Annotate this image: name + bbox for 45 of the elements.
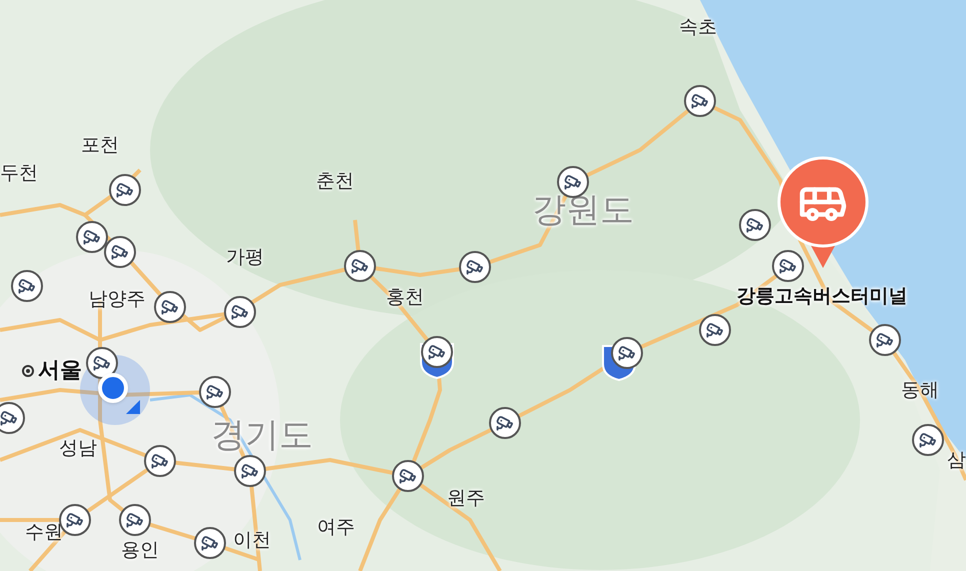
cctv-icon: [126, 511, 144, 529]
cctv-icon: [0, 409, 18, 427]
city-label: 홍천: [386, 288, 424, 307]
cctv-icon: [241, 462, 259, 480]
cctv-icon: [151, 452, 169, 470]
city-label: 서울: [38, 360, 82, 382]
city-label: 이천: [233, 531, 271, 550]
cctv-icon: [231, 303, 249, 321]
cctv-icon: [496, 414, 514, 432]
city-label: 성남: [59, 439, 97, 458]
city-label: 삼: [947, 451, 966, 470]
cctv-icon: [111, 243, 129, 261]
heading-arrow-icon: [126, 400, 140, 414]
cctv-icon: [161, 298, 179, 316]
city-label: 속초: [679, 18, 717, 37]
cctv-icon: [201, 534, 219, 552]
cctv-icon: [618, 344, 636, 362]
cctv-icon: [18, 277, 36, 295]
cctv-icon: [83, 228, 101, 246]
cctv-icon: [691, 92, 709, 110]
cctv-icon: [428, 343, 446, 361]
city-label: 원주: [447, 489, 485, 508]
cctv-icon: [351, 257, 369, 275]
cctv-icon: [876, 331, 894, 349]
cctv-icon: [93, 354, 111, 372]
city-label: 수원: [25, 523, 63, 542]
city-label: 가평: [226, 248, 264, 267]
city-label: 남양주: [88, 290, 146, 309]
city-label: 여주: [317, 518, 355, 537]
cctv-icon: [706, 321, 724, 339]
cctv-icon: [66, 511, 84, 529]
cctv-icon: [919, 431, 937, 449]
city-label: 춘천: [316, 172, 354, 191]
capital-marker-icon: [22, 365, 34, 377]
cctv-icon: [206, 383, 224, 401]
cctv-icon: [399, 467, 417, 485]
cctv-icon: [746, 216, 764, 234]
city-label: 용인: [121, 541, 159, 560]
cctv-icon: [466, 258, 484, 276]
cctv-icon: [116, 181, 134, 199]
poi-label: 강릉고속버스터미널: [736, 287, 908, 306]
cctv-icon: [779, 257, 797, 275]
city-label: 두천: [0, 164, 38, 183]
cctv-icon: [564, 173, 582, 191]
city-label: 포천: [81, 136, 119, 155]
